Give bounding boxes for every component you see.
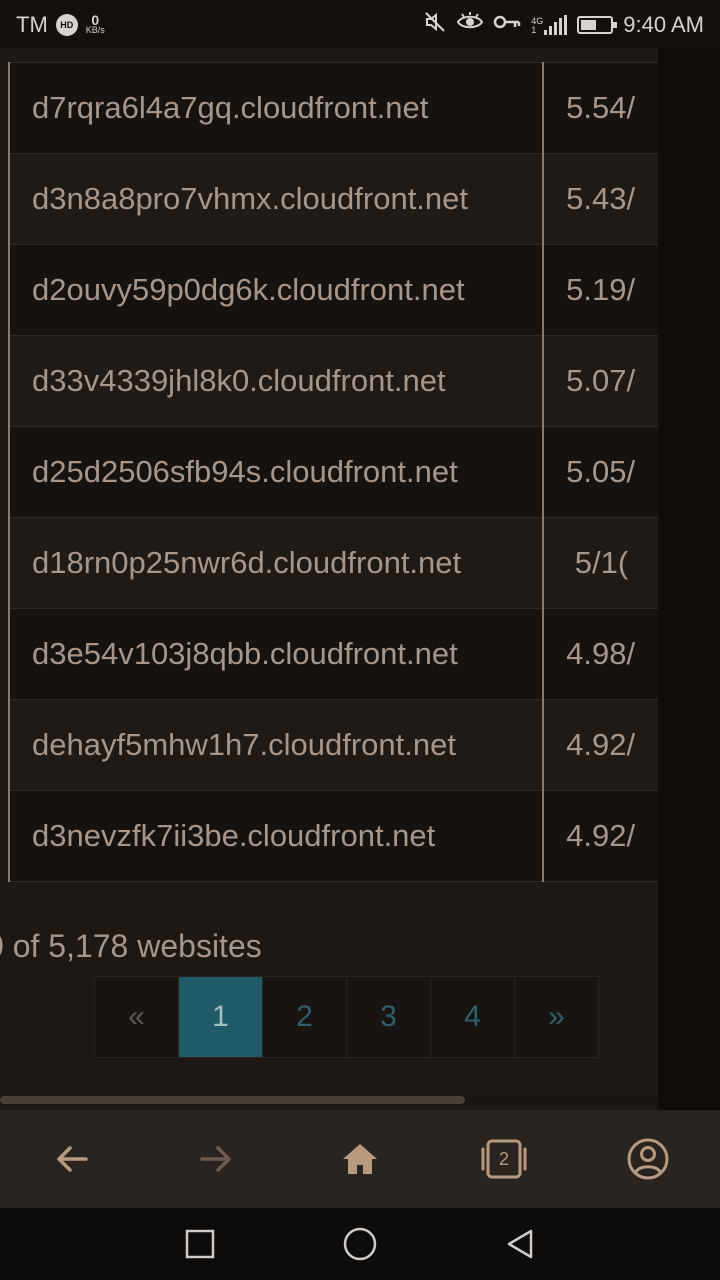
table-row[interactable]: d18rn0p25nwr6d.cloudfront.net 5/1(	[7, 517, 658, 609]
pagination-page-1[interactable]: 1	[179, 977, 263, 1057]
browser-toolbar: 2	[0, 1110, 720, 1208]
pagination-page-2[interactable]: 2	[263, 977, 347, 1057]
table-row[interactable]: d33v4339jhl8k0.cloudfront.net 5.07/	[7, 335, 658, 427]
table-row[interactable]: d3nevzfk7ii3be.cloudfront.net 4.92/	[7, 790, 658, 882]
profile-icon[interactable]	[624, 1135, 672, 1183]
pagination-page-4[interactable]: 4	[431, 977, 515, 1057]
back-triangle-icon[interactable]	[500, 1224, 540, 1264]
results-count: 0 of 5,178 websites	[0, 928, 262, 964]
site-domain[interactable]: d3e54v103j8qbb.cloudfront.net	[7, 608, 544, 700]
table-row[interactable]: d3e54v103j8qbb.cloudfront.net 4.98/	[7, 608, 658, 700]
table-row[interactable]: dehayf5mhw1h7.cloudfront.net 4.92/	[7, 699, 658, 791]
home-circle-icon[interactable]	[340, 1224, 380, 1264]
site-domain[interactable]: d3n8a8pro7vhmx.cloudfront.net	[7, 153, 544, 245]
signal-label-bottom: 1	[531, 25, 537, 35]
system-nav-bar	[0, 1208, 720, 1280]
site-domain[interactable]: d25d2506sfb94s.cloudfront.net	[7, 426, 544, 518]
table-row[interactable]: d2ouvy59p0dg6k.cloudfront.net 5.19/	[7, 244, 658, 336]
site-domain[interactable]: dehayf5mhw1h7.cloudfront.net	[7, 699, 544, 791]
net-speed-value: 0	[91, 12, 100, 28]
pagination-first-button[interactable]: «	[95, 977, 179, 1057]
site-score: 5.05/	[542, 426, 658, 518]
forward-arrow-icon[interactable]	[192, 1135, 240, 1183]
site-domain[interactable]: d33v4339jhl8k0.cloudfront.net	[7, 335, 544, 427]
recent-apps-icon[interactable]	[180, 1224, 220, 1264]
site-score: 4.92/	[542, 699, 658, 791]
status-bar: TM HD 0 KB/s 4G 1 9:40 AM	[0, 0, 720, 48]
site-score: 5/1(	[542, 517, 658, 609]
table-row[interactable]: d3n8a8pro7vhmx.cloudfront.net 5.43/	[7, 153, 658, 245]
web-page-content[interactable]: d7rqra6l4a7gq.cloudfront.net 5.54/d3n8a8p…	[0, 48, 658, 1110]
websites-table: d7rqra6l4a7gq.cloudfront.net 5.54/d3n8a8p…	[7, 62, 658, 882]
hd-badge-icon: HD	[55, 14, 78, 36]
site-score: 4.92/	[542, 790, 658, 882]
back-arrow-icon[interactable]	[48, 1135, 96, 1183]
signal-icon: 4G 1	[531, 15, 568, 35]
page-edge	[658, 48, 720, 1110]
site-score: 5.54/	[542, 62, 658, 154]
tabs-icon[interactable]: 2	[480, 1135, 528, 1183]
clock: 9:40 AM	[623, 12, 704, 37]
site-domain[interactable]: d2ouvy59p0dg6k.cloudfront.net	[7, 244, 544, 336]
site-domain[interactable]: d18rn0p25nwr6d.cloudfront.net	[7, 517, 544, 609]
net-speed-unit: KB/s	[85, 25, 105, 35]
mute-icon	[423, 10, 447, 40]
pagination-page-3[interactable]: 3	[347, 977, 431, 1057]
home-icon[interactable]	[336, 1135, 384, 1183]
eye-icon	[457, 10, 484, 40]
site-domain[interactable]: d7rqra6l4a7gq.cloudfront.net	[7, 62, 544, 154]
pagination: « 1 2 3 4 »	[94, 976, 599, 1058]
site-score: 5.07/	[542, 335, 658, 427]
table-row[interactable]: d25d2506sfb94s.cloudfront.net 5.05/	[7, 426, 658, 518]
site-score: 5.43/	[542, 153, 658, 245]
site-domain[interactable]: d3nevzfk7ii3be.cloudfront.net	[7, 790, 544, 882]
site-score: 4.98/	[542, 608, 658, 700]
site-score: 5.19/	[542, 244, 658, 336]
horizontal-scrollbar[interactable]	[0, 1096, 658, 1104]
tab-count: 2	[498, 1148, 509, 1169]
net-speed: 0 KB/s	[85, 12, 105, 35]
carrier-label: TM	[16, 12, 48, 37]
table-row[interactable]: d7rqra6l4a7gq.cloudfront.net 5.54/	[7, 62, 658, 154]
horizontal-scrollbar-thumb[interactable]	[0, 1096, 465, 1104]
key-icon	[493, 12, 521, 38]
pagination-last-button[interactable]: »	[515, 977, 598, 1057]
battery-icon	[577, 16, 618, 34]
